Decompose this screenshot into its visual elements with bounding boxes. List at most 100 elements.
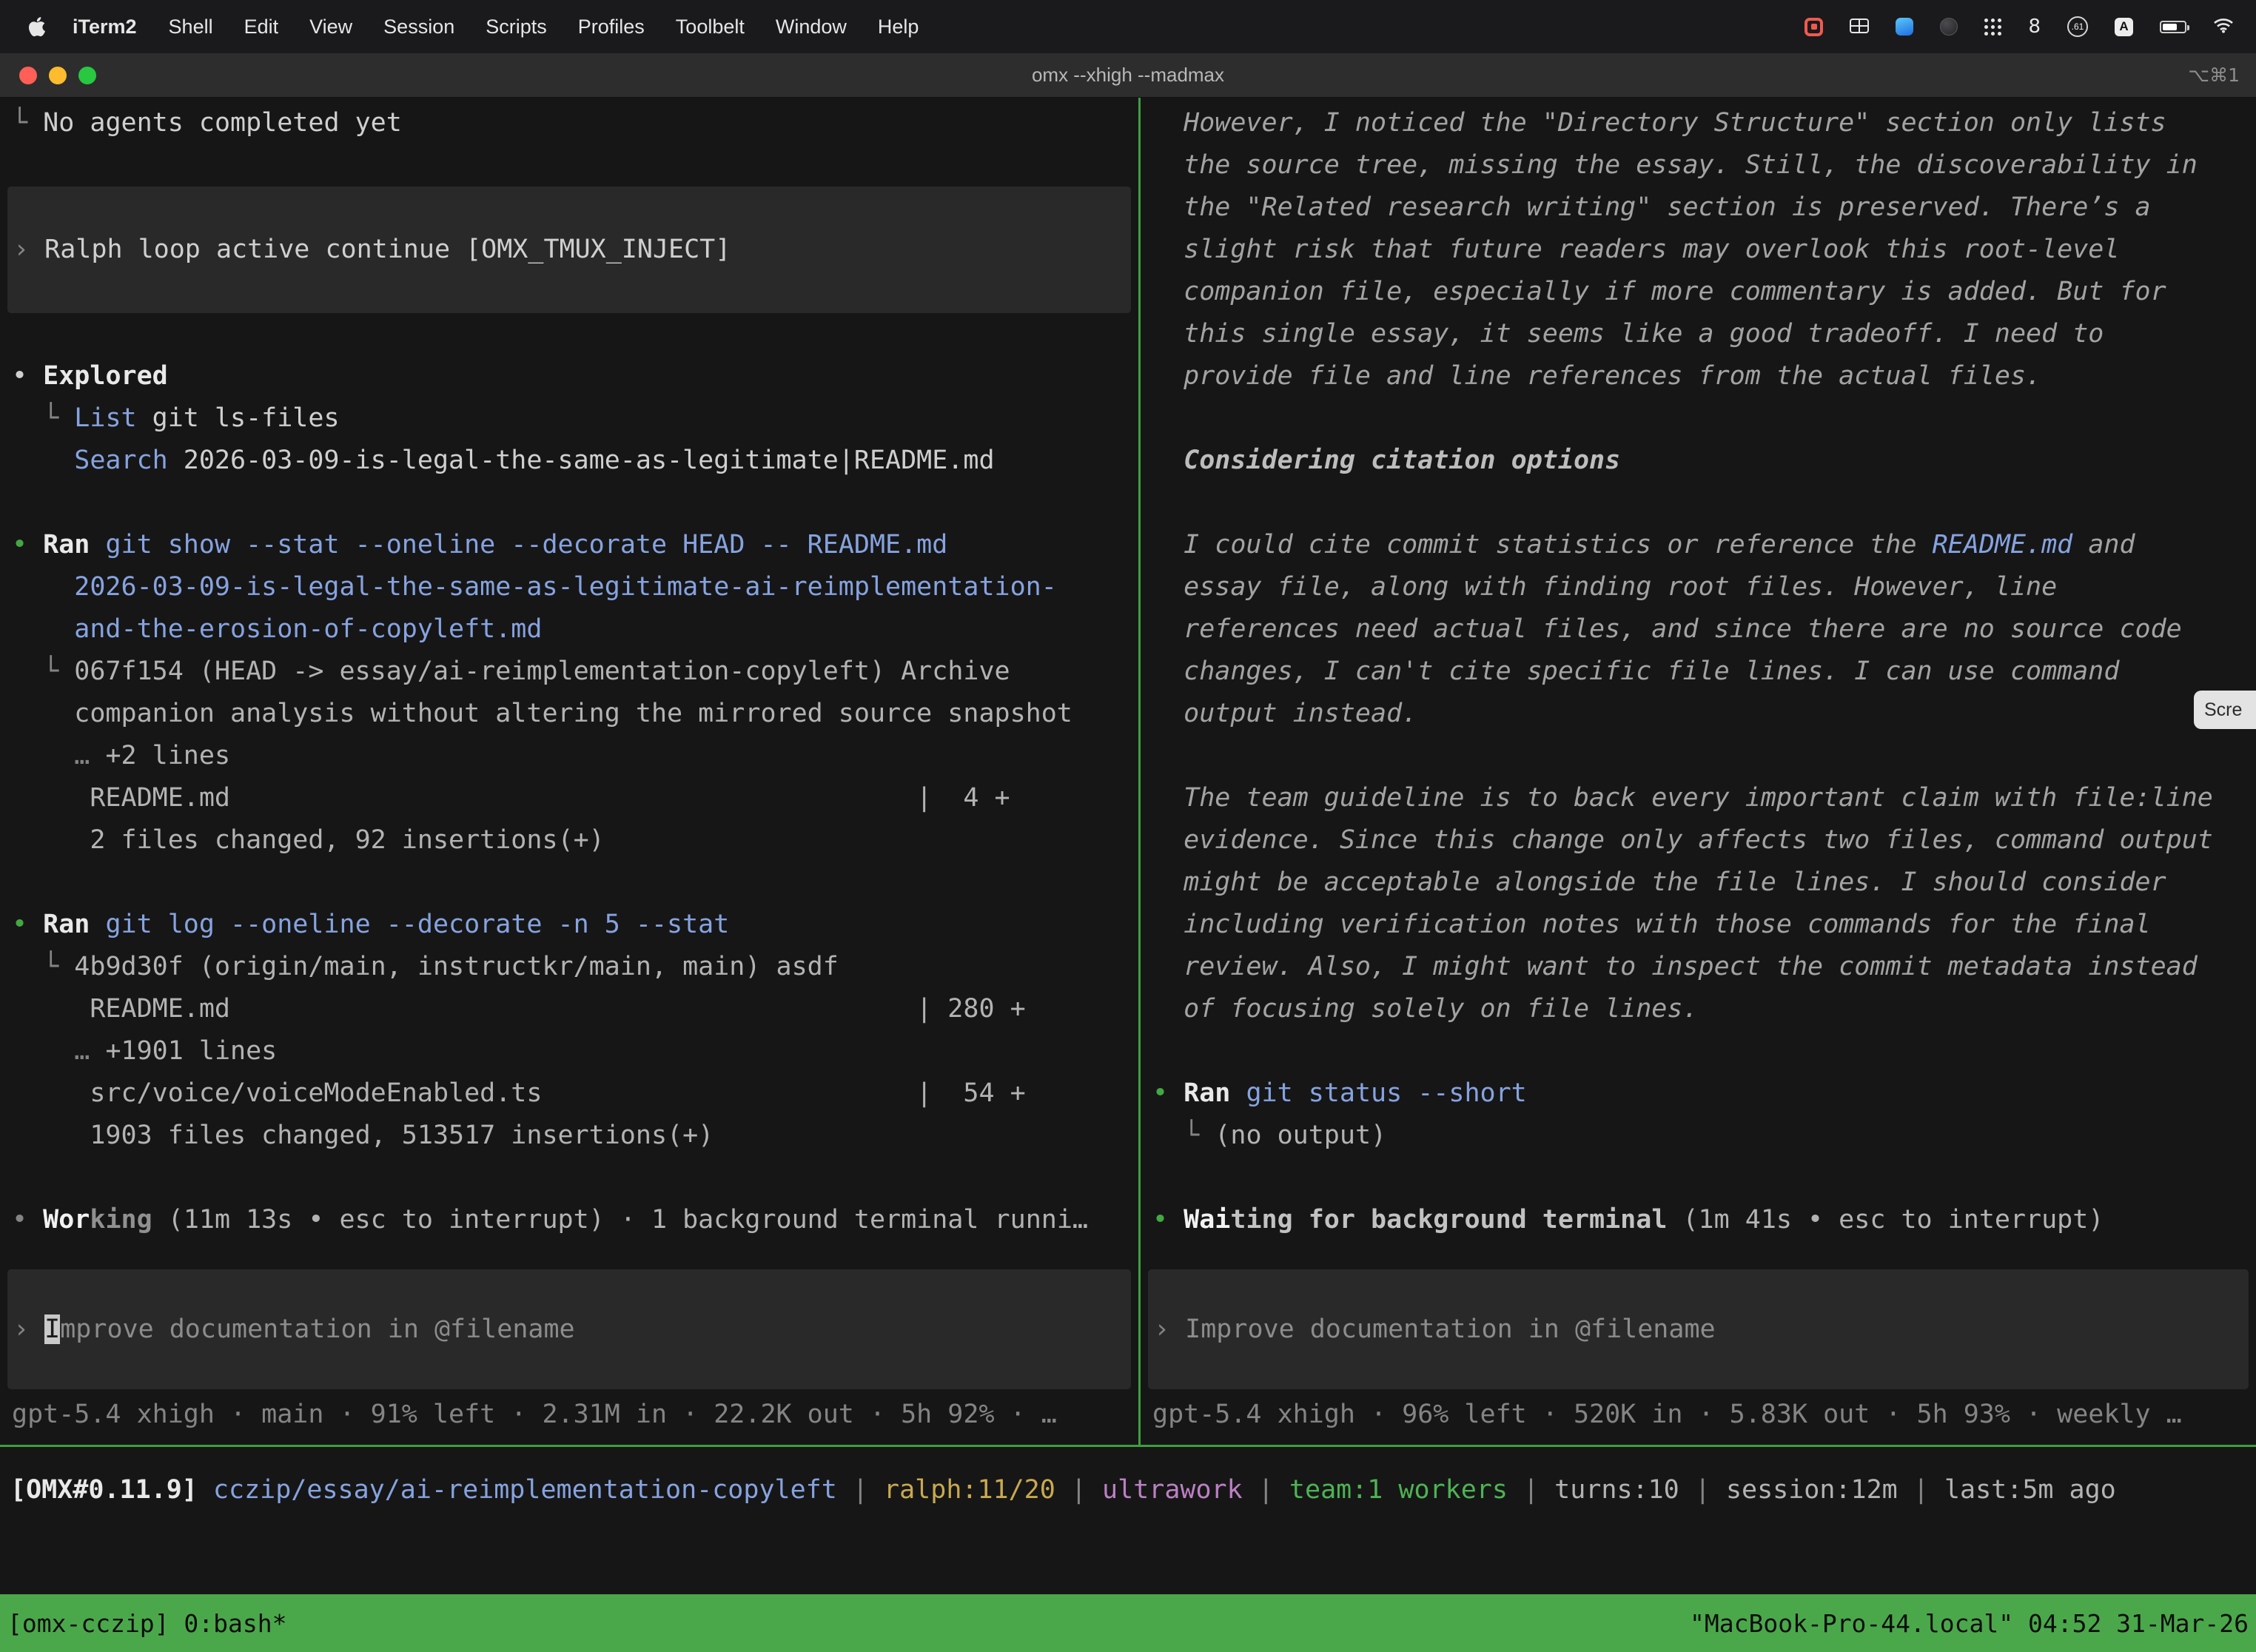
terminal-line: … +1901 lines bbox=[0, 1030, 1138, 1072]
terminal-line bbox=[1141, 397, 2256, 440]
terminal-line bbox=[0, 144, 1138, 187]
window-shortcut: ⌥⌘1 bbox=[2188, 64, 2240, 86]
terminal-line: • Working (11m 13s • esc to interrupt) ·… bbox=[0, 1199, 1138, 1241]
terminal-line: companion file, especially if more comme… bbox=[1141, 271, 2256, 313]
left-pane-top: └ No agents completed yet bbox=[0, 102, 1138, 187]
blue-app-icon[interactable] bbox=[1896, 18, 1913, 36]
right-pane[interactable]: However, I noticed the "Directory Struct… bbox=[1141, 98, 2256, 1445]
floating-screen-tab[interactable]: Scre bbox=[2194, 691, 2256, 729]
terminal-line: companion analysis without altering the … bbox=[0, 693, 1138, 735]
terminal-line: The team guideline is to back every impo… bbox=[1141, 777, 2256, 819]
terminal-line: of focusing solely on file lines. bbox=[1141, 988, 2256, 1030]
terminal-line: … +2 lines bbox=[0, 735, 1138, 777]
terminal-line: the "Related research writing" section i… bbox=[1141, 187, 2256, 229]
terminal-line: └ 067f154 (HEAD -> essay/ai-reimplementa… bbox=[0, 651, 1138, 693]
close-button[interactable] bbox=[19, 67, 37, 84]
menu-window[interactable]: Window bbox=[760, 16, 862, 38]
keystroke-icon[interactable]: 8 bbox=[2028, 16, 2041, 38]
battery-icon[interactable] bbox=[2160, 21, 2186, 33]
terminal-line: Search 2026-03-09-is-legal-the-same-as-l… bbox=[0, 440, 1138, 482]
terminal-line: └ 4b9d30f (origin/main, instructkr/main,… bbox=[0, 946, 1138, 988]
terminal: └ No agents completed yet › Ralph loop a… bbox=[0, 98, 2256, 1447]
right-pane-body: However, I noticed the "Directory Struct… bbox=[1141, 102, 2256, 1241]
session-status-right: gpt-5.4 xhigh · 96% left · 520K in · 5.8… bbox=[1141, 1394, 2256, 1436]
terminal-line: └ List git ls-files bbox=[0, 397, 1138, 440]
battery-percent-icon[interactable]: .61 bbox=[2067, 16, 2088, 37]
terminal-line bbox=[1141, 1030, 2256, 1072]
terminal-line: README.md | 4 + bbox=[0, 777, 1138, 819]
zoom-button[interactable] bbox=[78, 67, 96, 84]
terminal-line: └ No agents completed yet bbox=[0, 102, 1138, 144]
tmux-session-label: [omx-cczip] 0:bash* bbox=[7, 1609, 287, 1638]
menu-toolbelt[interactable]: Toolbelt bbox=[660, 16, 760, 38]
menu-view[interactable]: View bbox=[294, 16, 368, 38]
terminal-line bbox=[1141, 735, 2256, 777]
left-pane[interactable]: └ No agents completed yet › Ralph loop a… bbox=[0, 98, 1138, 1445]
menu-scripts[interactable]: Scripts bbox=[470, 16, 563, 38]
terminal-line: 2026-03-09-is-legal-the-same-as-legitima… bbox=[0, 566, 1138, 608]
left-pane-body: • Explored └ List git ls-files Search 20… bbox=[0, 313, 1138, 1241]
dark-circle-icon[interactable] bbox=[1940, 18, 1958, 36]
terminal-line bbox=[0, 862, 1138, 904]
terminal-line: • Ran git log --oneline --decorate -n 5 … bbox=[0, 904, 1138, 946]
terminal-line: essay file, along with finding root file… bbox=[1141, 566, 2256, 608]
terminal-line: this single essay, it seems like a good … bbox=[1141, 313, 2256, 355]
menu-edit[interactable]: Edit bbox=[229, 16, 295, 38]
terminal-line: the source tree, missing the essay. Stil… bbox=[1141, 144, 2256, 187]
terminal-line bbox=[0, 1157, 1138, 1199]
tmux-host-clock: "MacBook-Pro-44.local" 04:52 31-Mar-26 bbox=[1690, 1609, 2249, 1638]
terminal-line: I could cite commit statistics or refere… bbox=[1141, 524, 2256, 566]
terminal-line: src/voice/voiceModeEnabled.ts | 54 + bbox=[0, 1072, 1138, 1115]
terminal-line: However, I noticed the "Directory Struct… bbox=[1141, 102, 2256, 144]
terminal-line: └ (no output) bbox=[1141, 1115, 2256, 1157]
menubar-status-items: 8 .61 A bbox=[1805, 16, 2256, 38]
menu-profiles[interactable]: Profiles bbox=[563, 16, 660, 38]
window-title: omx --xhigh --madmax bbox=[0, 64, 2256, 87]
terminal-line: • Explored bbox=[0, 355, 1138, 397]
terminal-line: README.md | 280 + bbox=[0, 988, 1138, 1030]
terminal-line: 1903 files changed, 513517 insertions(+) bbox=[0, 1115, 1138, 1157]
screen-recording-icon[interactable] bbox=[1805, 18, 1823, 36]
wifi-icon[interactable] bbox=[2213, 16, 2234, 38]
terminal-line: might be acceptable alongside the file l… bbox=[1141, 862, 2256, 904]
app-grid-icon[interactable] bbox=[1984, 19, 2001, 36]
window-titlebar: omx --xhigh --madmax ⌥⌘1 bbox=[0, 53, 2256, 98]
terminal-line: output instead. bbox=[1141, 693, 2256, 735]
terminal-line: Considering citation options bbox=[1141, 440, 2256, 482]
terminal-line: slight risk that future readers may over… bbox=[1141, 229, 2256, 271]
session-status-left: gpt-5.4 xhigh · main · 91% left · 2.31M … bbox=[0, 1394, 1138, 1436]
tmux-status-bar: [omx-cczip] 0:bash* "MacBook-Pro-44.loca… bbox=[0, 1594, 2256, 1652]
terminal-line bbox=[0, 313, 1138, 355]
minimize-button[interactable] bbox=[49, 67, 67, 84]
terminal-line: › Improve documentation in @filename bbox=[7, 1309, 575, 1351]
prompt-input-right[interactable]: › Improve documentation in @filename bbox=[1148, 1269, 2249, 1389]
terminal-line: references need actual files, and since … bbox=[1141, 608, 2256, 651]
prompt-input-left[interactable]: › Improve documentation in @filename bbox=[7, 1269, 1131, 1389]
terminal-line: • Ran git show --stat --oneline --decora… bbox=[0, 524, 1138, 566]
terminal-line: evidence. Since this change only affects… bbox=[1141, 819, 2256, 862]
menu-bar: iTerm2 Shell Edit View Session Scripts P… bbox=[0, 0, 2256, 53]
terminal-line bbox=[1141, 1157, 2256, 1199]
terminal-line: provide file and line references from th… bbox=[1141, 355, 2256, 397]
terminal-line: including verification notes with those … bbox=[1141, 904, 2256, 946]
menu-shell[interactable]: Shell bbox=[153, 16, 229, 38]
terminal-line: 2 files changed, 92 insertions(+) bbox=[0, 819, 1138, 862]
apple-logo-icon[interactable] bbox=[28, 16, 46, 38]
terminal-line: changes, I can't cite specific file line… bbox=[1141, 651, 2256, 693]
terminal-line: review. Also, I might want to inspect th… bbox=[1141, 946, 2256, 988]
menu-app-name[interactable]: iTerm2 bbox=[56, 16, 153, 38]
omx-status-bar: [OMX#0.11.9] cczip/essay/ai-reimplementa… bbox=[0, 1447, 2256, 1594]
window-grid-icon[interactable] bbox=[1850, 16, 1869, 38]
terminal-line: • Ran git status --short bbox=[1141, 1072, 2256, 1115]
input-source-icon[interactable]: A bbox=[2115, 18, 2133, 36]
menu-session[interactable]: Session bbox=[368, 16, 470, 38]
terminal-line bbox=[0, 482, 1138, 524]
ralph-loop-banner: › Ralph loop active continue [OMX_TMUX_I… bbox=[7, 187, 1131, 313]
terminal-line: › Ralph loop active continue [OMX_TMUX_I… bbox=[7, 229, 731, 271]
menu-help[interactable]: Help bbox=[862, 16, 935, 38]
terminal-line: • Waiting for background terminal (1m 41… bbox=[1141, 1199, 2256, 1241]
terminal-line: [OMX#0.11.9] cczip/essay/ai-reimplementa… bbox=[10, 1469, 2256, 1511]
terminal-line: and-the-erosion-of-copyleft.md bbox=[0, 608, 1138, 651]
screen: iTerm2 Shell Edit View Session Scripts P… bbox=[0, 0, 2256, 1652]
terminal-line bbox=[1141, 482, 2256, 524]
